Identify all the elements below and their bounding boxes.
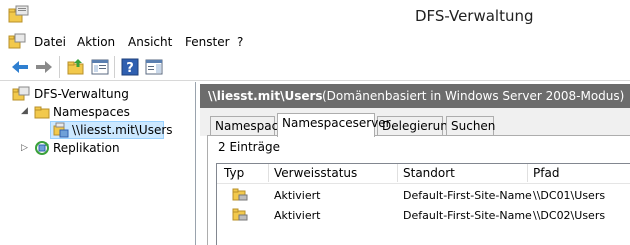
window-title: DFS-Verwaltung [415, 7, 534, 25]
cell-site: Default-First-Site-Name [403, 189, 532, 202]
toolbar-separator [59, 56, 60, 78]
replication-icon [35, 141, 49, 155]
tree-label-replication: Replikation [53, 141, 120, 155]
column-header-path[interactable]: Pfad [533, 166, 559, 180]
tree-label-root: DFS-Verwaltung [34, 87, 129, 101]
tree-label-namespaces: Namespaces [53, 105, 130, 119]
dfs-management-icon [12, 86, 30, 101]
panel-subtitle: (Domänenbasiert in Windows Server 2008-M… [322, 89, 625, 103]
title-bar [0, 0, 630, 31]
column-header-type[interactable]: Typ [224, 166, 244, 180]
panel-title: \\liesst.mit\Users [208, 89, 323, 103]
menu-aktion[interactable]: Aktion [77, 35, 115, 49]
column-header-status[interactable]: Verweisstatus [274, 166, 357, 180]
cell-status: Aktiviert [274, 209, 321, 222]
forward-icon[interactable] [34, 57, 54, 77]
expand-arrow-icon[interactable]: ▷ [21, 143, 28, 153]
help-icon[interactable]: ? [120, 57, 140, 77]
cell-path: \\DC02\Users [533, 209, 606, 222]
dfs-app-icon[interactable] [8, 5, 30, 25]
column-header-site[interactable]: Standort [403, 166, 455, 180]
entry-count: 2 Einträge [218, 140, 280, 154]
system-menu-icon[interactable] [8, 33, 26, 50]
menu-help[interactable]: ? [237, 35, 243, 49]
collapse-arrow-icon[interactable]: ◢ [21, 106, 28, 116]
menu-fenster[interactable]: Fenster [185, 35, 230, 49]
folder-up-icon[interactable] [66, 57, 86, 77]
tree-label-namespace-users: \\liesst.mit\Users [72, 123, 173, 137]
tab-suchen[interactable]: Suchen [446, 116, 495, 136]
show-hide-tree-icon[interactable] [90, 57, 110, 77]
tab-namespace[interactable]: Namespace [210, 116, 286, 136]
show-action-pane-icon[interactable] [144, 57, 164, 77]
header-divider [217, 183, 630, 184]
cell-path: \\DC01\Users [533, 189, 606, 202]
toolbar-separator [114, 56, 115, 78]
namespace-icon [53, 122, 69, 138]
folder-target-icon [232, 188, 248, 201]
menu-datei[interactable]: Datei [34, 35, 66, 49]
back-icon[interactable] [10, 57, 30, 77]
column-separator[interactable] [527, 164, 528, 182]
column-separator[interactable] [397, 164, 398, 182]
tree-item-namespace-users[interactable]: \\liesst.mit\Users [50, 121, 173, 139]
tab-namespaceserver[interactable]: Namespaceserver [277, 113, 391, 137]
svg-text:?: ? [126, 61, 134, 76]
cell-site: Default-First-Site-Name [403, 209, 532, 222]
cell-status: Aktiviert [274, 189, 321, 202]
folder-target-icon [232, 208, 248, 221]
namespaces-folder-icon [34, 106, 50, 119]
column-separator[interactable] [268, 164, 269, 182]
menu-ansicht[interactable]: Ansicht [128, 35, 172, 49]
